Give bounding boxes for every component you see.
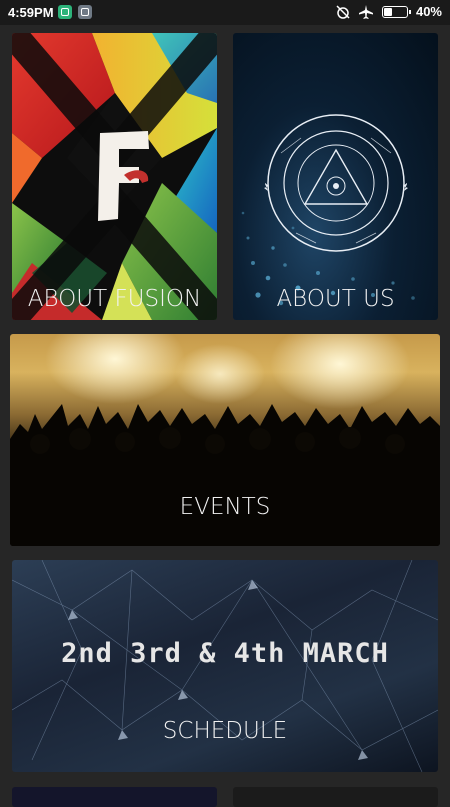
about-fusion-label: ABOUT FUSION bbox=[27, 286, 202, 312]
fusion-f-logo-icon bbox=[98, 131, 149, 221]
status-right: 40% bbox=[336, 4, 442, 19]
battery-icon bbox=[381, 5, 411, 18]
battery-percent: 40% bbox=[415, 4, 442, 19]
about-us-card[interactable]: ABOUT US bbox=[233, 33, 438, 320]
events-label: EVENTS bbox=[179, 494, 271, 520]
status-bar: 4:59PM 40% bbox=[0, 0, 450, 25]
next-card-right[interactable] bbox=[233, 787, 438, 807]
schedule-card[interactable]: 2nd 3rd & 4th MARCH SCHEDULE bbox=[12, 560, 438, 772]
notification-app-icon bbox=[58, 5, 72, 19]
schedule-dates: 2nd 3rd & 4th MARCH bbox=[61, 638, 389, 669]
status-time: 4:59PM bbox=[8, 5, 54, 20]
about-us-label: ABOUT US bbox=[276, 286, 395, 312]
notification-screenshot-icon bbox=[78, 5, 92, 19]
next-card-left[interactable] bbox=[12, 787, 217, 807]
schedule-label: SCHEDULE bbox=[162, 718, 288, 744]
events-card[interactable]: EVENTS bbox=[10, 334, 440, 546]
college-seal-logo bbox=[264, 114, 408, 252]
airplane-mode-icon bbox=[358, 4, 373, 19]
alarm-off-icon bbox=[336, 4, 350, 19]
about-fusion-card[interactable]: ABOUT FUSION bbox=[12, 33, 217, 320]
